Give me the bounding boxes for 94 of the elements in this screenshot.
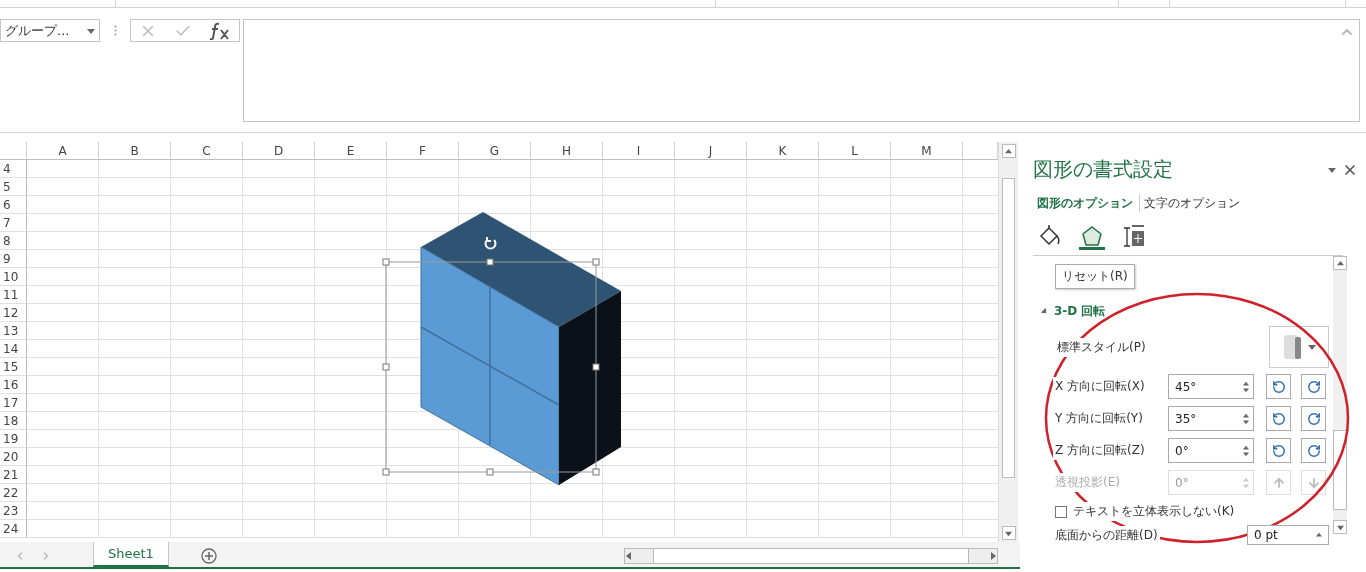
rotate-handle-icon[interactable] (484, 236, 497, 250)
rotate-button[interactable] (1266, 406, 1291, 431)
right-arrow-icon[interactable] (989, 552, 997, 560)
cube-shape[interactable] (420, 212, 621, 486)
column-header[interactable]: G (459, 142, 531, 160)
spin-up-icon[interactable] (1316, 532, 1322, 538)
rotate-button[interactable] (1301, 438, 1326, 463)
scroll-down-button[interactable] (1001, 526, 1016, 540)
spin-field[interactable]: 0° (1168, 438, 1254, 463)
spin-up-icon[interactable] (1243, 444, 1249, 451)
icon-tab[interactable] (1079, 224, 1105, 250)
dropdown-caret-icon (87, 26, 95, 35)
row-header[interactable]: 12 (0, 304, 27, 322)
scroll-thumb[interactable] (1002, 178, 1015, 478)
row-header[interactable]: 4 (0, 160, 27, 178)
row-header[interactable]: 14 (0, 340, 27, 358)
dropdown-caret-icon (1308, 343, 1316, 351)
icon-tab[interactable] (1121, 224, 1147, 250)
rotate-button[interactable] (1266, 438, 1291, 463)
column-header[interactable]: C (171, 142, 243, 160)
row-header[interactable]: 24 (0, 520, 27, 538)
column-header[interactable]: I (603, 142, 675, 160)
rotate-left-icon (1271, 379, 1286, 394)
preset-dropdown[interactable] (1269, 326, 1329, 368)
spin-field[interactable]: 45° (1168, 374, 1254, 399)
rotate-button[interactable] (1301, 374, 1326, 399)
row-header[interactable]: 19 (0, 430, 27, 448)
column-header[interactable]: A (27, 142, 99, 160)
sheet-tab[interactable]: Sheet1 (93, 542, 169, 567)
row-header[interactable]: 6 (0, 196, 27, 214)
section-title[interactable]: 3-D 回転 (1054, 303, 1106, 320)
rotate-left-icon (1271, 443, 1286, 458)
field-label: 標準スタイル(P) (1055, 337, 1148, 357)
column-header[interactable]: D (243, 142, 315, 160)
checkbox-label: テキストを立体表示しない(K) (1071, 502, 1237, 521)
selection-frame[interactable] (382, 258, 600, 476)
rotate-button[interactable] (1301, 406, 1326, 431)
row-header[interactable]: 10 (0, 268, 27, 286)
row-header[interactable]: 7 (0, 214, 27, 232)
scroll-thumb[interactable] (1333, 430, 1347, 510)
spin-field[interactable]: 0 pt (1247, 525, 1329, 545)
row-header[interactable]: 21 (0, 466, 27, 484)
column-header[interactable]: K (747, 142, 819, 160)
checkbox[interactable] (1055, 505, 1067, 518)
row-header[interactable]: 20 (0, 448, 27, 466)
cube-preset-icon (1282, 332, 1304, 362)
row-header[interactable]: 9 (0, 250, 27, 268)
column-header[interactable]: F (387, 142, 459, 160)
rotate-right-icon (1306, 379, 1321, 394)
spin-down-icon[interactable] (1243, 418, 1249, 425)
column-header[interactable]: B (99, 142, 171, 160)
column-header[interactable]: H (531, 142, 603, 160)
up-arrow-icon[interactable] (1005, 147, 1012, 155)
arrow-up-icon (1271, 475, 1286, 490)
spin-up-icon[interactable] (1243, 380, 1249, 387)
paint-bucket-icon (1038, 223, 1062, 248)
rotate-button[interactable] (1266, 374, 1291, 399)
function-icon[interactable] (208, 21, 231, 40)
column-header[interactable]: L (819, 142, 891, 160)
pane-title: 図形の書式設定 (1033, 156, 1173, 183)
spin-up-icon[interactable] (1243, 412, 1249, 419)
row-header[interactable]: 22 (0, 484, 27, 502)
down-arrow-icon[interactable] (1005, 529, 1012, 537)
pane-tab[interactable]: 図形のオプション (1033, 195, 1140, 212)
pane-options-icon[interactable] (1328, 165, 1336, 174)
column-header[interactable]: M (891, 142, 963, 160)
name-box[interactable]: グループ... (0, 19, 100, 42)
horizontal-scrollbar[interactable] (624, 548, 998, 564)
pentagon-icon (1081, 224, 1103, 247)
row-header[interactable]: 5 (0, 178, 27, 196)
spin-down-icon[interactable] (1243, 450, 1249, 457)
column-header[interactable]: J (675, 142, 747, 160)
column-header[interactable]: E (315, 142, 387, 160)
row-header[interactable]: 18 (0, 412, 27, 430)
pane-tab[interactable]: 文字のオプション (1140, 195, 1246, 212)
row-header[interactable]: 17 (0, 394, 27, 412)
left-arrow-icon[interactable] (625, 552, 633, 560)
add-sheet-icon[interactable] (200, 548, 217, 564)
row-header[interactable]: 16 (0, 376, 27, 394)
rotate-right-icon (1306, 443, 1321, 458)
rotate-left-icon (1271, 411, 1286, 426)
rotate-right-icon (1306, 411, 1321, 426)
scroll-up-button[interactable] (1001, 144, 1016, 158)
row-header[interactable]: 23 (0, 502, 27, 520)
row-header[interactable]: 11 (0, 286, 27, 304)
size-properties-icon (1122, 223, 1146, 248)
row-header[interactable]: 13 (0, 322, 27, 340)
tooltip: リセット(R) (1055, 264, 1135, 289)
spin-down-icon[interactable] (1243, 386, 1249, 393)
spin-field[interactable]: 35° (1168, 406, 1254, 431)
arrow-down-icon (1306, 475, 1321, 490)
row-header[interactable]: 15 (0, 358, 27, 376)
row-header[interactable]: 8 (0, 232, 27, 250)
grip-icon[interactable] (113, 25, 117, 36)
